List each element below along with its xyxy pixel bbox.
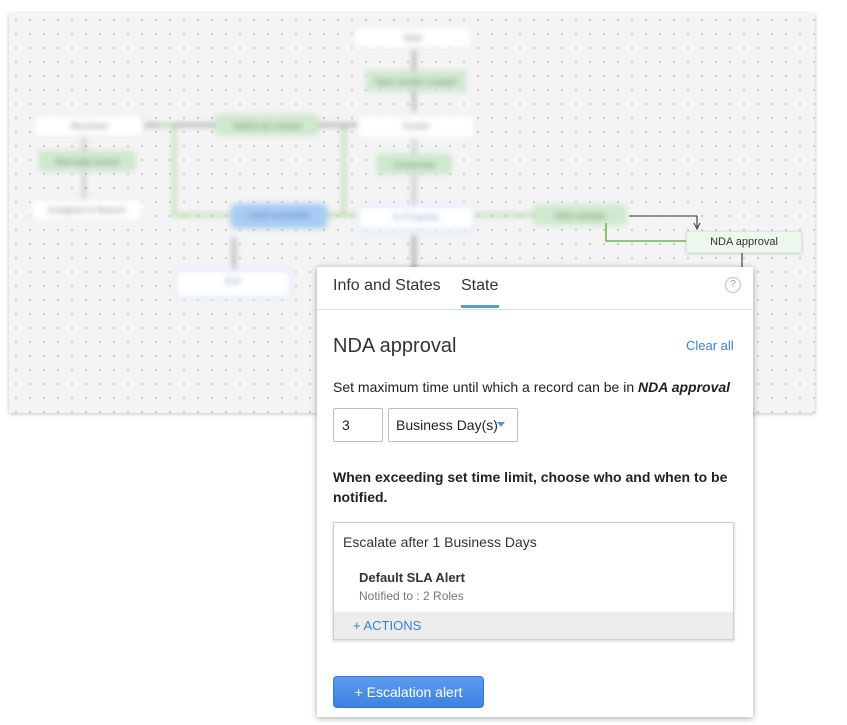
max-time-prefix: Set maximum time until which a record ca… (333, 379, 639, 395)
escalation-card: Escalate after 1 Business Days Default S… (333, 522, 734, 640)
clear-all-link[interactable]: Clear all (686, 338, 734, 353)
tab-state[interactable]: State (461, 277, 498, 295)
actions-bar: + ACTIONS (334, 612, 733, 639)
panel-tabs: Info and States State ? (317, 267, 753, 310)
tab-info-and-states[interactable]: Info and States (333, 277, 441, 295)
alert-name[interactable]: Default SLA Alert (359, 570, 465, 585)
max-time-state-name: NDA approval (638, 379, 731, 395)
max-time-description: Set maximum time until which a record ca… (333, 379, 730, 395)
time-unit-select[interactable]: Business Day(s) (388, 408, 518, 442)
notify-instruction: When exceeding set time limit, choose wh… (333, 469, 728, 505)
add-actions-button[interactable]: + ACTIONS (353, 618, 421, 633)
alert-notified-to: Notified to : 2 Roles (359, 589, 464, 603)
add-escalation-alert-button[interactable]: + Escalation alert (333, 676, 484, 708)
plus-icon: + (354, 684, 363, 700)
time-unit-value: Business Day(s) (396, 417, 498, 433)
active-tab-indicator (461, 305, 499, 308)
state-title: NDA approval (333, 335, 457, 357)
state-properties-panel: Info and States State ? NDA approval Cle… (317, 267, 753, 717)
help-icon[interactable]: ? (725, 277, 741, 293)
time-value-input[interactable] (333, 408, 383, 442)
escalation-header: Escalate after 1 Business Days (343, 534, 537, 550)
chevron-down-icon (497, 422, 505, 427)
escalation-alert-label: Escalation alert (366, 684, 463, 700)
nda-approval-node[interactable]: NDA approval (686, 231, 802, 253)
